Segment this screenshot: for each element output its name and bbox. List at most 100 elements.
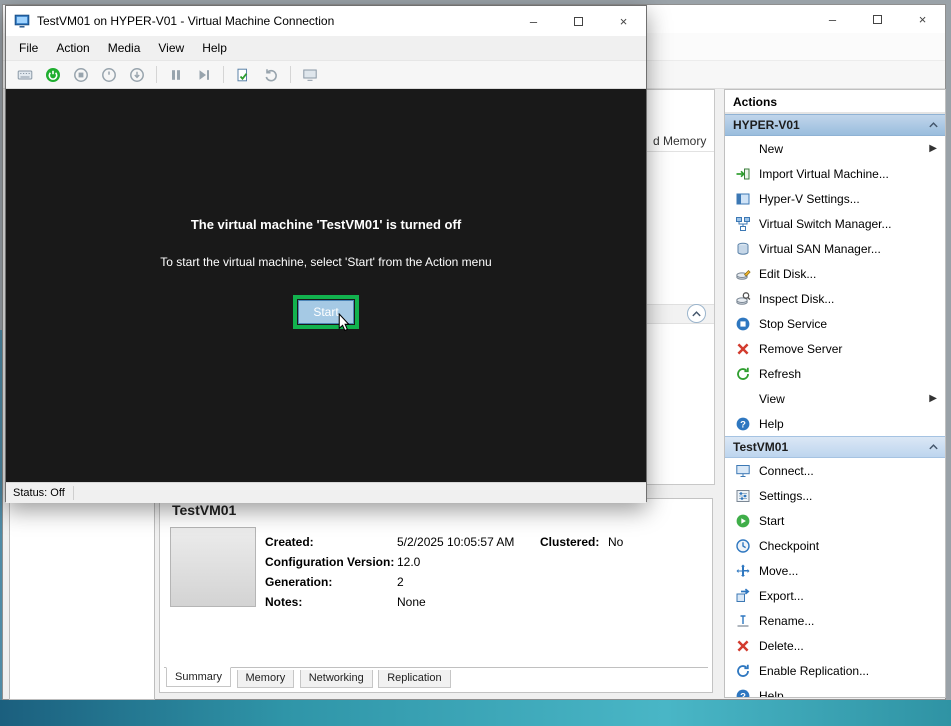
detail-value: 5/2/2025 10:05:57 AM — [397, 535, 514, 549]
tab-networking[interactable]: Networking — [300, 670, 373, 688]
settings-icon — [735, 488, 752, 504]
menu-view[interactable]: View — [149, 38, 193, 58]
details-vm-title: TestVM01 — [172, 502, 236, 518]
action-label: Enable Replication... — [759, 664, 937, 678]
save-state-button[interactable] — [124, 63, 150, 87]
chevron-up-icon[interactable] — [928, 121, 939, 129]
start-vm-button[interactable] — [40, 63, 66, 87]
assigned-memory-column-header[interactable]: d Memory — [653, 134, 706, 148]
revert-button[interactable] — [258, 63, 284, 87]
action-item-export[interactable]: Export... — [725, 583, 945, 608]
detail-row-config-version: Configuration Version: 12.0 — [265, 555, 394, 569]
action-item-start[interactable]: Start — [725, 508, 945, 533]
vm-close-button[interactable]: × — [601, 6, 646, 36]
refresh-icon — [735, 366, 752, 382]
actions-pane: Actions HYPER-V01 New ▶ Import Virtual M… — [724, 89, 946, 698]
tab-summary[interactable]: Summary — [166, 667, 231, 687]
vm-connection-app-icon — [14, 13, 30, 29]
checkpoint-button[interactable] — [230, 63, 256, 87]
menu-help[interactable]: Help — [193, 38, 236, 58]
replication-icon — [735, 663, 752, 679]
menu-file[interactable]: File — [10, 38, 47, 58]
status-text: Status: Off — [13, 487, 65, 499]
action-label: Inspect Disk... — [759, 292, 937, 306]
action-label: Virtual Switch Manager... — [759, 217, 937, 231]
collapse-section-button[interactable] — [687, 304, 706, 323]
vm-titlebar[interactable]: TestVM01 on HYPER-V01 - Virtual Machine … — [6, 6, 646, 36]
inspect-disk-icon — [735, 291, 752, 307]
vm-minimize-button[interactable]: – — [511, 6, 556, 36]
submenu-arrow-icon: ▶ — [929, 393, 937, 404]
turn-off-button[interactable] — [68, 63, 94, 87]
power-icon — [45, 67, 61, 83]
actions-group-header-testvm01[interactable]: TestVM01 — [725, 436, 945, 458]
action-label: Virtual SAN Manager... — [759, 242, 937, 256]
action-item-checkpoint[interactable]: Checkpoint — [725, 533, 945, 558]
action-item-hyperv-settings[interactable]: Hyper-V Settings... — [725, 186, 945, 211]
action-item-new[interactable]: New ▶ — [725, 136, 945, 161]
action-item-move[interactable]: Move... — [725, 558, 945, 583]
vm-maximize-button[interactable] — [556, 6, 601, 36]
pause-button[interactable] — [163, 63, 189, 87]
action-item-connect[interactable]: Connect... — [725, 458, 945, 483]
stop-service-icon — [735, 316, 752, 332]
checkpoint-icon — [235, 67, 251, 83]
chevron-up-icon[interactable] — [928, 443, 939, 451]
export-icon — [735, 588, 752, 604]
action-item-settings[interactable]: Settings... — [725, 483, 945, 508]
tab-memory[interactable]: Memory — [237, 670, 295, 688]
action-label: Stop Service — [759, 317, 937, 331]
action-item-refresh[interactable]: Refresh — [725, 361, 945, 386]
manager-close-button[interactable]: × — [900, 5, 945, 33]
edit-disk-icon — [735, 266, 752, 282]
remove-server-icon — [735, 341, 752, 357]
detail-label: Created: — [265, 535, 314, 549]
shut-down-button[interactable] — [96, 63, 122, 87]
action-item-virtual-switch-manager[interactable]: Virtual Switch Manager... — [725, 211, 945, 236]
menu-action[interactable]: Action — [47, 38, 98, 58]
detail-value: No — [608, 535, 623, 549]
import-icon — [735, 166, 752, 182]
action-item-inspect-disk[interactable]: Inspect Disk... — [725, 286, 945, 311]
action-label: Edit Disk... — [759, 267, 937, 281]
reset-icon — [196, 67, 212, 83]
action-label: Help — [759, 417, 937, 431]
reset-button[interactable] — [191, 63, 217, 87]
maximize-icon — [574, 17, 583, 26]
action-item-import-virtual-machine[interactable]: Import Virtual Machine... — [725, 161, 945, 186]
ctrl-alt-del-button[interactable] — [12, 63, 38, 87]
action-item-enable-replication[interactable]: Enable Replication... — [725, 658, 945, 683]
action-label: View — [759, 392, 929, 406]
action-item-help-host[interactable]: Help — [725, 411, 945, 436]
enhanced-session-button[interactable] — [297, 63, 323, 87]
action-item-remove-server[interactable]: Remove Server — [725, 336, 945, 361]
action-item-view[interactable]: View ▶ — [725, 386, 945, 411]
manager-maximize-button[interactable] — [855, 5, 900, 33]
turn-off-icon — [73, 67, 89, 83]
action-item-help-vm[interactable]: Help — [725, 683, 945, 698]
action-item-rename[interactable]: Rename... — [725, 608, 945, 633]
group-title: HYPER-V01 — [733, 118, 800, 132]
menu-media[interactable]: Media — [99, 38, 150, 58]
desktop-taskbar-band — [0, 700, 951, 726]
vm-viewport: The virtual machine 'TestVM01' is turned… — [6, 89, 646, 482]
actions-group-header-hyperv01[interactable]: HYPER-V01 — [725, 114, 945, 136]
action-label: Remove Server — [759, 342, 937, 356]
action-label: Connect... — [759, 464, 937, 478]
action-item-delete[interactable]: Delete... — [725, 633, 945, 658]
action-item-stop-service[interactable]: Stop Service — [725, 311, 945, 336]
action-label: Export... — [759, 589, 937, 603]
toolbar-separator — [290, 66, 291, 83]
connect-icon — [735, 463, 752, 479]
detail-value: 2 — [397, 575, 404, 589]
tab-replication[interactable]: Replication — [378, 670, 450, 688]
virtual-san-icon — [735, 241, 752, 257]
shut-down-icon — [101, 67, 117, 83]
action-label: Settings... — [759, 489, 937, 503]
action-item-edit-disk[interactable]: Edit Disk... — [725, 261, 945, 286]
vm-off-hint: To start the virtual machine, select 'St… — [6, 255, 646, 269]
hyperv-settings-icon — [735, 191, 752, 207]
action-item-virtual-san-manager[interactable]: Virtual SAN Manager... — [725, 236, 945, 261]
manager-minimize-button[interactable]: – — [810, 5, 855, 33]
detail-value: None — [397, 595, 426, 609]
